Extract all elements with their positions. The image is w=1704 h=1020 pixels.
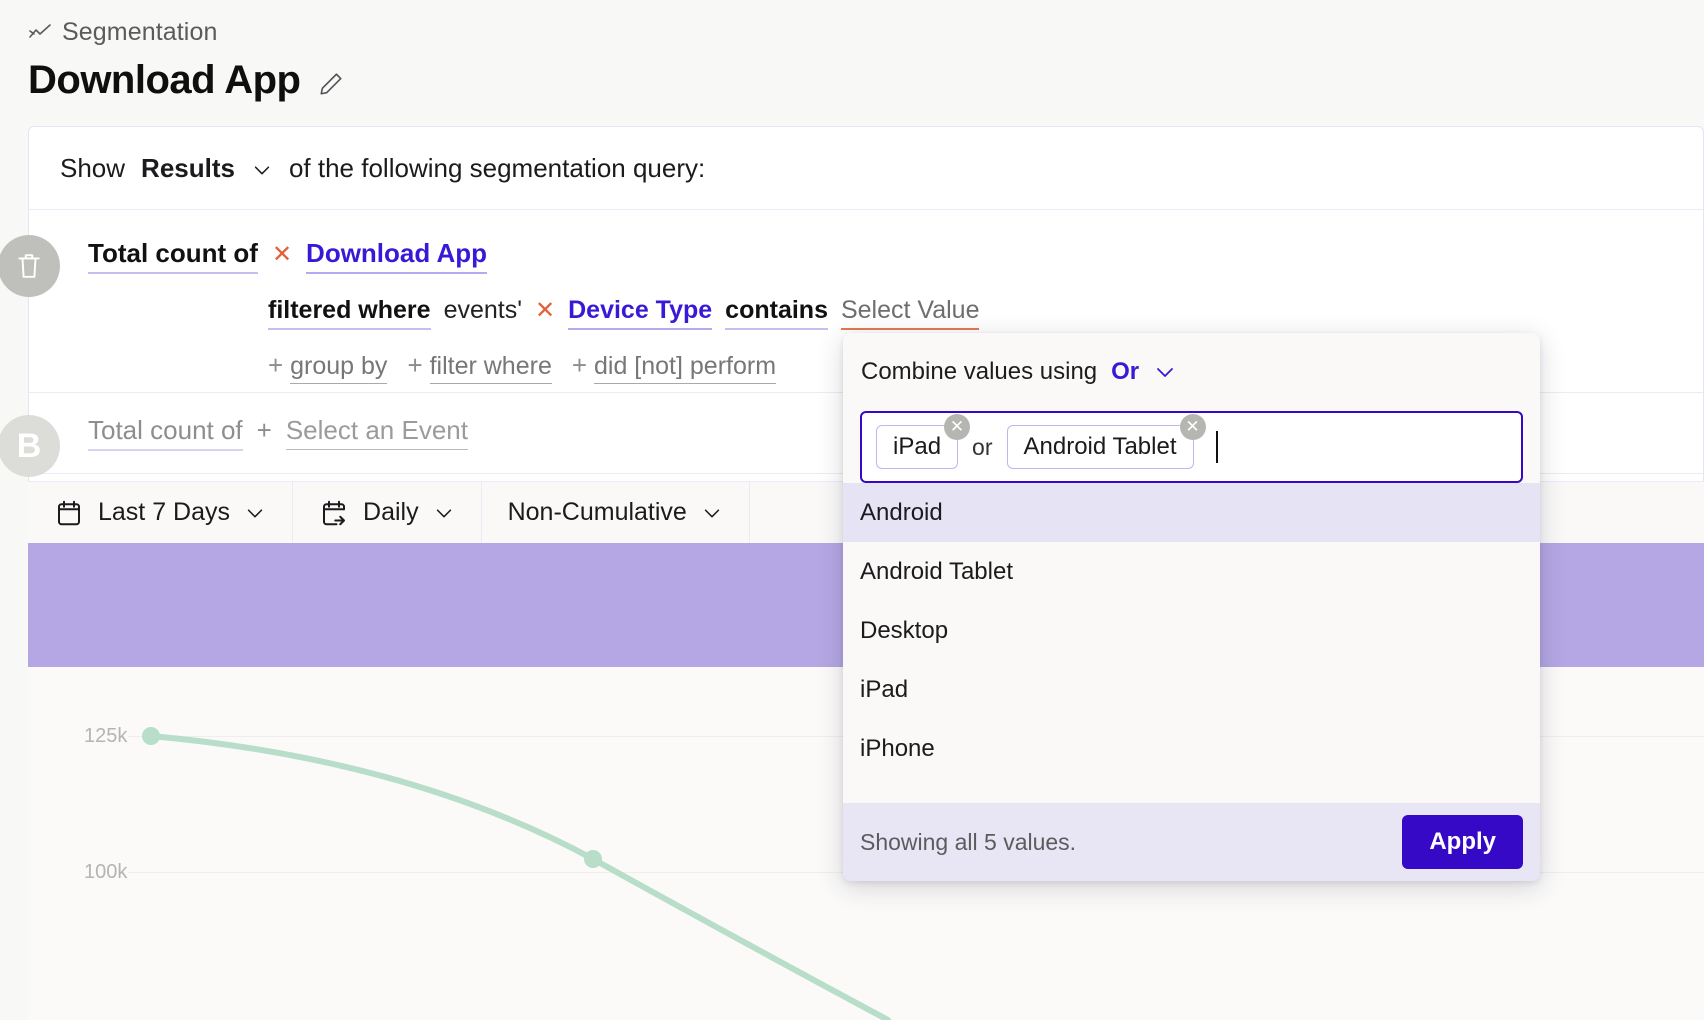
option-ipad-label: iPad [860, 675, 909, 703]
event-b-measure[interactable]: Total count of [88, 415, 243, 451]
show-label: Show [60, 152, 126, 183]
breadcrumb-label: Segmentation [62, 18, 218, 46]
close-icon-ipad[interactable]: ✕ [944, 414, 971, 440]
selected-chip-ipad[interactable]: iPad ✕ [876, 414, 971, 469]
event-a-line-1: Total count of ✕ Download App [88, 238, 1703, 274]
value-token-input[interactable]: iPad ✕ or Android Tablet ✕ [860, 411, 1523, 483]
value-count-status: Showing all 5 values. [860, 828, 1077, 855]
selected-chip-ipad-label: iPad [893, 433, 942, 460]
option-ipad[interactable]: iPad [843, 660, 1540, 719]
combine-operator-value[interactable]: Or [1111, 358, 1139, 386]
show-row: Show Results of the following segmentati… [29, 127, 1703, 210]
chevron-down-icon-combine[interactable] [1153, 360, 1177, 384]
plus-icon-filter-where: + [407, 350, 423, 380]
filter-scope: events' [443, 296, 522, 324]
pencil-icon[interactable] [318, 71, 344, 97]
event-a-remove-icon[interactable]: ✕ [272, 240, 292, 269]
filter-value-select[interactable]: Select Value [840, 296, 980, 330]
option-desktop[interactable]: Desktop [843, 601, 1540, 660]
add-group-by-label: group by [290, 352, 388, 384]
page-title-text: Download App [28, 58, 301, 102]
breadcrumb[interactable]: Segmentation [28, 18, 217, 47]
option-iphone[interactable]: iPhone [843, 719, 1540, 778]
add-filter-where-label: filter where [429, 352, 552, 384]
event-b-select-event[interactable]: Select an Event [285, 415, 468, 450]
trash-icon [16, 251, 42, 281]
event-b-badge[interactable]: B [0, 415, 60, 477]
add-group-by[interactable]: + group by [268, 350, 388, 384]
text-caret [1215, 431, 1218, 463]
option-iphone-label: iPhone [860, 734, 935, 762]
chevron-down-icon[interactable] [251, 157, 273, 179]
option-android-tablet-label: Android Tablet [860, 557, 1013, 585]
page-title: Download App [28, 58, 344, 103]
show-suffix: of the following segmentation query: [288, 152, 706, 183]
add-filter-where[interactable]: + filter where [407, 350, 552, 384]
value-picker-footer: Showing all 5 values. Apply [843, 803, 1540, 881]
value-options-list: Android Android Tablet Desktop iPad iPho… [843, 483, 1540, 803]
date-range-selector[interactable]: Last 7 Days [28, 482, 294, 543]
app-root: Segmentation Download App Show Results o… [0, 0, 1704, 1020]
cumulation-label: Non-Cumulative [507, 498, 687, 526]
selected-chip-android-tablet[interactable]: Android Tablet ✕ [1006, 414, 1206, 469]
event-a-event-name[interactable]: Download App [306, 238, 488, 274]
show-value[interactable]: Results [141, 153, 235, 184]
calendar-arrow-icon [319, 498, 349, 528]
apply-button[interactable]: Apply [1402, 815, 1523, 869]
add-did-not-perform[interactable]: + did [not] perform [571, 350, 777, 384]
delete-event-a-button[interactable] [0, 235, 60, 297]
filter-property[interactable]: Device Type [568, 296, 713, 330]
event-b-badge-label: B [16, 426, 42, 465]
combine-values-row: Combine values using Or [843, 333, 1540, 411]
chevron-down-icon-granularity [433, 502, 455, 524]
add-did-not-perform-label: did [not] perform [593, 352, 777, 384]
plus-icon-select-event: + [256, 415, 272, 445]
cumulation-selector[interactable]: Non-Cumulative [482, 482, 750, 543]
option-desktop-label: Desktop [860, 616, 949, 644]
granularity-selector[interactable]: Daily [293, 482, 482, 543]
event-a-filter-line: filtered where events' ✕ Device Type con… [268, 296, 1703, 330]
filter-label[interactable]: filtered where [268, 296, 431, 330]
calendar-icon [54, 498, 84, 528]
chip-joiner: or [972, 433, 993, 460]
plus-icon-did-perform: + [571, 350, 588, 380]
combine-values-label: Combine values using [861, 358, 1098, 385]
date-range-label: Last 7 Days [98, 498, 231, 526]
filter-remove-icon[interactable]: ✕ [535, 296, 555, 325]
filter-operator[interactable]: contains [725, 296, 828, 330]
event-a-measure[interactable]: Total count of [88, 238, 258, 274]
option-android-label: Android [860, 498, 943, 526]
option-android-tablet[interactable]: Android Tablet [843, 542, 1540, 601]
option-android[interactable]: Android [843, 483, 1540, 542]
trend-line-icon [28, 21, 52, 45]
plus-icon-group-by: + [268, 350, 284, 380]
granularity-label: Daily [363, 498, 419, 526]
chevron-down-icon-cumulation [701, 502, 723, 524]
selected-chip-android-tablet-label: Android Tablet [1023, 433, 1177, 460]
value-picker-popup: Combine values using Or iPad ✕ or Androi… [843, 333, 1540, 881]
close-icon-android-tablet[interactable]: ✕ [1179, 414, 1206, 440]
chevron-down-icon-date [244, 502, 266, 524]
